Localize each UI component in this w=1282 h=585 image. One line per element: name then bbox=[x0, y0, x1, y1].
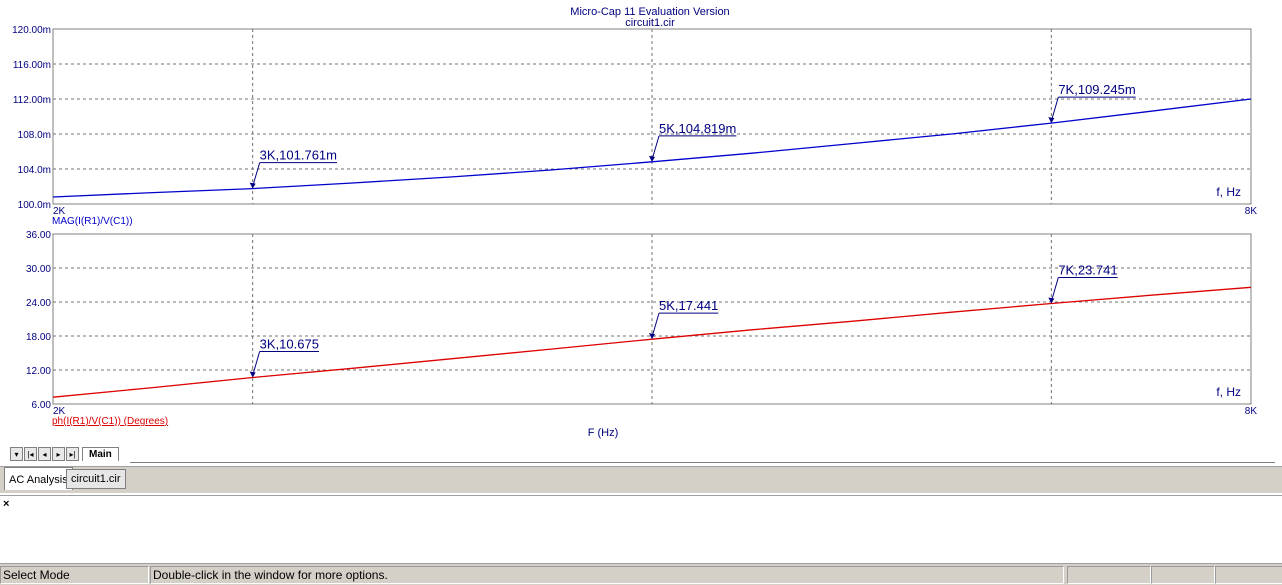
series-name-label: ph(I(R1)/V(C1)) (Degrees) bbox=[52, 416, 168, 427]
last-tab-icon[interactable]: ▸| bbox=[66, 447, 79, 461]
y-tick-label: 104.0m bbox=[18, 165, 51, 176]
tab-main[interactable]: Main bbox=[82, 447, 119, 461]
series-name-label: MAG(I(R1)/V(C1)) bbox=[52, 216, 133, 227]
annotation-leader bbox=[252, 162, 261, 187]
y-tick-label: 120.00m bbox=[12, 25, 51, 36]
sheet-tab-bar: ▾ |◂ ◂ ▸ ▸| Main bbox=[10, 446, 119, 462]
annotation-label: 3K,10.675 bbox=[260, 337, 319, 352]
annotation-leader bbox=[1050, 96, 1059, 122]
y-tick-label: 112.00m bbox=[13, 95, 51, 106]
y-tick-label: 100.0m bbox=[18, 200, 51, 211]
y-tick-label: 116.00m bbox=[13, 60, 51, 71]
first-tab-icon[interactable]: |◂ bbox=[24, 447, 37, 461]
annotation-label: 5K,17.441 bbox=[659, 298, 718, 313]
y-tick-label: 36.00 bbox=[26, 230, 51, 241]
tab-ac-analysis[interactable]: AC Analysis bbox=[4, 467, 73, 490]
x-tick-label: 8K bbox=[1245, 206, 1258, 217]
annotation-leader bbox=[1050, 277, 1059, 302]
y-tick-label: 24.00 bbox=[26, 298, 51, 309]
y-tick-label: 6.00 bbox=[32, 400, 52, 411]
x-axis-label: F (Hz) bbox=[588, 427, 619, 439]
tab-divider bbox=[130, 462, 1275, 463]
y-tick-label: 108.0m bbox=[18, 130, 51, 141]
status-field-2 bbox=[1151, 566, 1215, 584]
annotation-arrowhead bbox=[249, 182, 256, 189]
close-icon[interactable]: × bbox=[3, 498, 9, 510]
status-field-3 bbox=[1215, 566, 1282, 584]
dropdown-icon[interactable]: ▾ bbox=[10, 447, 23, 461]
window-subtitle: circuit1.cir bbox=[625, 17, 675, 29]
plot-area[interactable]: Micro-Cap 11 Evaluation Version circuit1… bbox=[0, 0, 1282, 446]
magnitude-panel: 100.0m104.0m108.0m112.00m116.00m120.00m2… bbox=[12, 25, 1257, 227]
status-bar: Select Mode Double-click in the window f… bbox=[0, 563, 1282, 585]
annotation-label: 7K,109.245m bbox=[1058, 82, 1135, 97]
status-field-1 bbox=[1067, 566, 1151, 584]
output-panel: × bbox=[0, 495, 1282, 561]
corner-axis-label: f, Hz bbox=[1216, 385, 1241, 399]
document-tabs: AC Analysis circuit1.cir bbox=[0, 466, 1282, 493]
annotation-label: 5K,104.819m bbox=[659, 121, 736, 136]
annotation-leader bbox=[651, 135, 660, 160]
annotation-leader bbox=[252, 351, 261, 376]
annotation-label: 7K,23.741 bbox=[1058, 262, 1117, 277]
status-hint: Double-click in the window for more opti… bbox=[150, 566, 1064, 584]
status-mode: Select Mode bbox=[0, 566, 149, 584]
annotation-arrowhead bbox=[1048, 297, 1055, 304]
phase-panel: 6.0012.0018.0024.0030.0036.002K 8Kf, Hzph… bbox=[26, 230, 1257, 427]
y-tick-label: 30.00 bbox=[26, 264, 51, 275]
prev-tab-icon[interactable]: ◂ bbox=[38, 447, 51, 461]
tab-circuit1[interactable]: circuit1.cir bbox=[66, 469, 126, 489]
next-tab-icon[interactable]: ▸ bbox=[52, 447, 65, 461]
annotation-arrowhead bbox=[649, 155, 655, 162]
corner-axis-label: f, Hz bbox=[1216, 185, 1241, 199]
x-tick-label: 8K bbox=[1245, 406, 1258, 417]
annotation-arrowhead bbox=[249, 371, 256, 378]
y-tick-label: 18.00 bbox=[26, 332, 51, 343]
annotation-leader bbox=[651, 313, 660, 338]
annotation-label: 3K,101.761m bbox=[260, 148, 337, 163]
y-tick-label: 12.00 bbox=[26, 366, 51, 377]
